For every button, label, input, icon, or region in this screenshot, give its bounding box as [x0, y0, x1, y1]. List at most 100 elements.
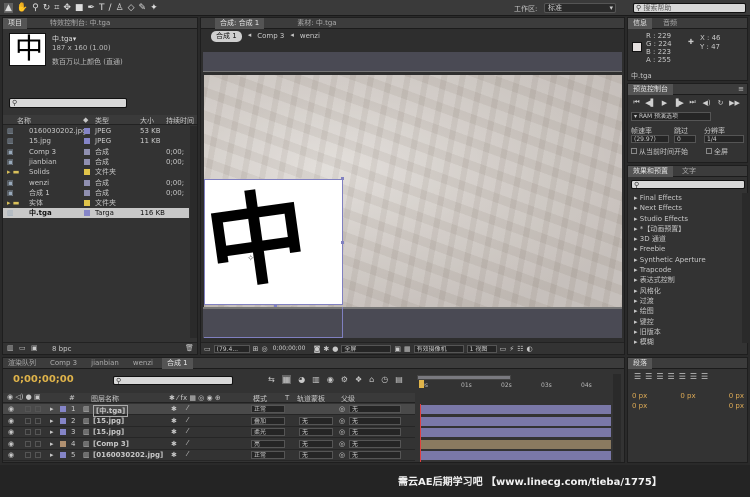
layer-mode-select[interactable]: 正常 [251, 451, 285, 459]
text-tool-icon[interactable]: T [99, 3, 105, 13]
tab-info[interactable]: 信息 [628, 17, 652, 29]
tab-effect-controls[interactable]: 特效控制台: 中.tga [45, 18, 115, 29]
expand-triangle-icon[interactable]: ▸ [50, 440, 54, 448]
prev-frame-icon[interactable]: ◀▌ [645, 98, 656, 107]
timeline-search-input[interactable]: ⚲ [113, 376, 233, 385]
track-matte-select[interactable]: 无 [299, 451, 333, 459]
handle-tr[interactable] [341, 177, 344, 180]
column-type[interactable]: 类型 [95, 116, 109, 126]
layer-duration-bar[interactable] [421, 439, 611, 449]
new-folder-icon[interactable]: ▭ [19, 344, 26, 352]
resolution-select[interactable]: 1/4 [704, 135, 744, 143]
label-color-swatch[interactable] [84, 169, 90, 176]
shy-icon[interactable]: ◕ [298, 375, 305, 384]
exposure-icon[interactable]: ◐ [526, 345, 532, 353]
layer-mode-select[interactable]: 叠加 [251, 416, 285, 425]
effect-category[interactable]: ▸ 过渡 [628, 296, 743, 306]
layer-row[interactable]: ◉ ▸ 1 ▥ [中.tga] ✱ ⁄ 正常 ◎ 无 [3, 404, 415, 417]
tab-timeline-4[interactable]: 合成 1 [161, 357, 193, 369]
quality-select[interactable]: 全屏 [341, 344, 392, 353]
brainstorm-icon[interactable]: ❖ [355, 375, 362, 384]
layer-duration-bar[interactable] [421, 405, 611, 414]
collapse-switch-icon[interactable]: ✱ [171, 440, 177, 448]
lock-box[interactable] [35, 417, 41, 424]
lock-box[interactable] [35, 406, 41, 412]
auto-keyframe-icon[interactable]: ◷ [381, 375, 388, 384]
effect-category[interactable]: ▸ 3D 通道 [628, 234, 743, 244]
solo-box[interactable] [25, 429, 31, 435]
project-item[interactable]: ▣ 合成 1 合成 0;00; [3, 188, 189, 198]
selection-tool-icon[interactable]: ▲ [4, 3, 13, 13]
work-area-bar[interactable] [417, 375, 511, 380]
layer-name[interactable]: [Comp 3] [93, 440, 129, 448]
fps-select[interactable]: (29.97) [631, 135, 669, 143]
justify-all-icon[interactable]: ☰ [701, 372, 708, 381]
handle-mr[interactable] [341, 241, 344, 244]
column-size[interactable]: 大小 [140, 116, 154, 126]
project-item[interactable]: ▣ wenzi 合成 0;00; [3, 178, 189, 188]
camera-tool-icon[interactable]: ⌗ [54, 3, 59, 13]
indent-left-field[interactable]: 0 px [632, 392, 647, 400]
layer-mode-select[interactable]: 柔光 [251, 428, 285, 436]
tab-effects-presets[interactable]: 效果和预置 [628, 165, 673, 177]
parent-select[interactable]: 无 [349, 439, 401, 448]
layer-name[interactable]: [15.jpg] [93, 417, 124, 425]
loop-icon[interactable]: ↻ [715, 98, 726, 107]
visibility-eye-icon[interactable]: ◉ [8, 428, 14, 436]
project-item[interactable]: ▸ ▬ Solids 文件夹 [3, 167, 189, 177]
fullscreen-checkbox[interactable] [706, 148, 712, 154]
parent-select[interactable]: 无 [349, 451, 401, 459]
channel-icon[interactable]: ● [332, 345, 338, 353]
quality-switch-icon[interactable]: ⁄ [187, 439, 188, 447]
project-item[interactable]: ▣ Comp 3 合成 0;00; [3, 147, 189, 157]
timeline-timecode[interactable]: 0;00;00;00 [13, 374, 74, 385]
frame-blend-icon[interactable]: ▥ [312, 375, 320, 384]
label-color-swatch[interactable] [60, 417, 66, 424]
track-matte-select[interactable]: 无 [299, 416, 333, 425]
time-ruler[interactable]: 0s 01s 02s 03s 04s [417, 374, 611, 404]
rotate-tool-icon[interactable]: ↻ [43, 3, 51, 13]
label-color-swatch[interactable] [60, 440, 66, 447]
search-help-box[interactable]: ⚲ 搜索帮助 [633, 3, 746, 13]
next-frame-icon[interactable]: ▐▶ [673, 98, 684, 107]
tab-project[interactable]: 项目 [3, 17, 27, 29]
always-preview-icon[interactable]: ▭ [204, 345, 211, 353]
justify-center-icon[interactable]: ☰ [679, 372, 686, 381]
breadcrumb-comp3[interactable]: Comp 3 [257, 31, 284, 42]
label-color-swatch[interactable] [60, 429, 66, 435]
align-right-icon[interactable]: ☰ [656, 372, 663, 381]
preview-name[interactable]: 中.tga▾ [52, 34, 76, 44]
graph-editor-icon[interactable]: ⚙ [341, 375, 348, 384]
space-before-field[interactable]: 0 px [632, 402, 647, 410]
layer-row[interactable]: ◉ ▸ 5 ▥ [0160030202.jpg] ✱ ⁄ 正常 无 ◎ 无 [3, 450, 415, 461]
layer-mode-select[interactable]: 亮 [251, 439, 285, 448]
first-frame-icon[interactable]: ⏮ [631, 98, 642, 107]
project-scrollbar[interactable] [190, 126, 197, 338]
visibility-eye-icon[interactable]: ◉ [8, 451, 14, 459]
comp-viewer-canvas[interactable]: 中 ✧ [204, 75, 622, 307]
effect-category[interactable]: ▸ 键控 [628, 317, 743, 327]
justify-right-icon[interactable]: ☰ [690, 372, 697, 381]
flowchart-icon[interactable]: ☷ [517, 345, 523, 353]
indent-first-field[interactable]: 0 px [729, 392, 744, 400]
layer-duration-bar[interactable] [421, 451, 611, 460]
graph-icon[interactable]: ▤ [395, 375, 403, 384]
show-snapshot-icon[interactable]: ✱ [323, 345, 329, 353]
track-matte-select[interactable]: 无 [299, 428, 333, 436]
effect-category[interactable]: ▸ Next Effects [628, 203, 743, 213]
visibility-eye-icon[interactable]: ◉ [8, 417, 14, 425]
solo-box[interactable] [25, 440, 31, 447]
effect-category[interactable]: ▸ 绘图 [628, 306, 743, 316]
visibility-eye-icon[interactable]: ◉ [8, 405, 14, 413]
project-item[interactable]: ▣ jianbian 合成 0;00; [3, 157, 189, 167]
quality-switch-icon[interactable]: ⁄ [187, 450, 188, 458]
tab-audio[interactable]: 音频 [658, 18, 682, 29]
region-icon[interactable]: ▣ [394, 345, 401, 353]
snapshot-icon[interactable]: ◙ [314, 345, 321, 353]
parent-pickwhip-icon[interactable]: ◎ [339, 417, 345, 425]
visibility-eye-icon[interactable]: ◉ [8, 440, 14, 448]
layer-row[interactable]: ◉ ▸ 3 ▥ [15.jpg] ✱ ⁄ 柔光 无 ◎ 无 [3, 427, 415, 438]
delete-icon[interactable]: 🗑 [185, 344, 194, 352]
hand-tool-icon[interactable]: ✋ [17, 3, 28, 13]
tab-timeline-0[interactable]: 渲染队列 [3, 358, 41, 369]
